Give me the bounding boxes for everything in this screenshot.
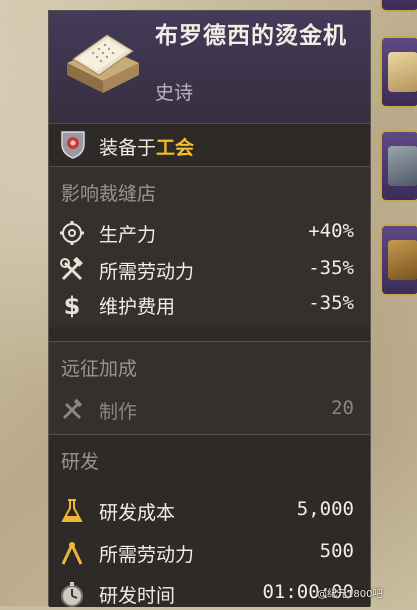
- tools-icon: [60, 257, 83, 281]
- stat-row: $ 维护费用 -35%: [49, 289, 370, 321]
- item-slot[interactable]: [380, 36, 417, 108]
- stat-label: 所需劳动力: [99, 544, 195, 566]
- section-title: 远征加成: [61, 358, 138, 380]
- section-title: 研发: [61, 451, 100, 473]
- dollar-icon: $: [64, 292, 81, 318]
- item-slot[interactable]: [380, 224, 417, 296]
- guildhouse-shield-icon: [61, 131, 85, 159]
- stat-label: 制作: [99, 401, 138, 423]
- stat-value: 20: [331, 397, 354, 419]
- stat-row: 生产力 +40%: [49, 217, 370, 249]
- tooltip-header: 布罗德西的烫金机 史诗: [49, 11, 370, 123]
- stat-value: -35%: [308, 257, 354, 279]
- stat-row: 制作 20: [49, 394, 370, 426]
- stat-value: 500: [319, 540, 354, 562]
- item-title: 布罗德西的烫金机: [155, 23, 347, 49]
- item-tooltip: 布罗德西的烫金机 史诗 装备于工会 影响裁缝店 生产力 +40% 所需劳动力 -…: [48, 10, 371, 607]
- equip-target: 工会: [156, 137, 195, 159]
- watermark: @纪元1800吧: [317, 589, 383, 600]
- stat-row: 所需劳动力 -35%: [49, 254, 370, 286]
- equip-text: 装备于工会: [99, 133, 194, 160]
- stat-value: +40%: [308, 220, 354, 242]
- crafting-icon: [62, 398, 83, 420]
- stat-label: 研发成本: [99, 502, 176, 524]
- gilding-press-icon: [67, 34, 139, 93]
- compass-icon: [61, 542, 83, 565]
- stat-label: 维护费用: [99, 296, 176, 318]
- flask-icon: [61, 499, 83, 522]
- item-slot-column: [372, 0, 417, 606]
- research-section: 研发 研发成本 5,000 所需劳动力 500 研发时间 01:00:00: [49, 435, 370, 607]
- section-title: 影响裁缝店: [61, 183, 157, 205]
- stat-value: -35%: [308, 292, 354, 314]
- stat-value: 5,000: [296, 498, 354, 520]
- stat-label: 所需劳动力: [99, 261, 195, 283]
- item-slot[interactable]: [380, 130, 417, 202]
- gear-icon: [60, 221, 84, 245]
- item-icon: [388, 52, 417, 92]
- equip-location-row: 装备于工会: [49, 124, 370, 166]
- stat-label: 生产力: [99, 224, 157, 246]
- item-slot[interactable]: [380, 0, 417, 12]
- item-rarity: 史诗: [155, 82, 194, 104]
- svg-text:$: $: [64, 292, 81, 318]
- item-icon: [388, 146, 417, 186]
- stat-row: 研发成本 5,000: [49, 495, 370, 527]
- workshop-effects-section: 影响裁缝店 生产力 +40% 所需劳动力 -35% $ 维护费用 -35%: [49, 167, 370, 327]
- expedition-bonus-section: 远征加成 制作 20: [49, 342, 370, 434]
- stopwatch-icon: [61, 582, 83, 607]
- stat-label: 研发时间: [99, 585, 176, 607]
- stat-row: 所需劳动力 500: [49, 537, 370, 569]
- item-icon: [388, 240, 417, 280]
- equip-prefix: 装备于: [99, 137, 157, 159]
